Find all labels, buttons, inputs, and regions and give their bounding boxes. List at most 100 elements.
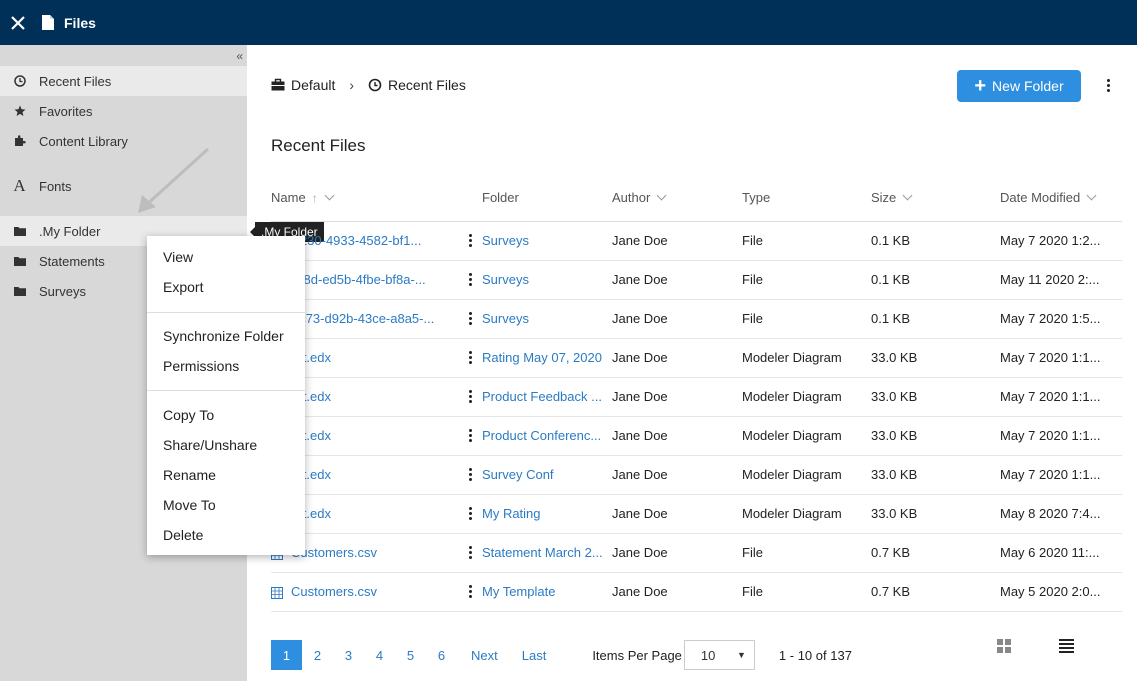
row-options-button[interactable] [469, 585, 472, 598]
sidebar-item-label: Surveys [39, 283, 86, 299]
list-view-icon[interactable] [1059, 639, 1074, 653]
type-cell: Modeler Diagram [742, 494, 871, 534]
next-page-button[interactable]: Next [471, 648, 498, 663]
table-row[interactable]: ontact.edxRating May 07, 2020Jane DoeMod… [271, 338, 1122, 378]
author-cell: Jane Doe [612, 299, 742, 339]
type-cell: File [742, 299, 871, 339]
page-3-button[interactable]: 3 [333, 640, 364, 670]
type-cell: File [742, 260, 871, 300]
folder-link[interactable]: Survey Conf [482, 467, 554, 482]
grid-view-icon[interactable] [997, 639, 1011, 653]
column-author[interactable]: Author [612, 175, 742, 222]
folder-link[interactable]: Surveys [482, 311, 529, 326]
table-row[interactable]: Customers.csv Statement March 2... Jane Do… [271, 533, 1122, 573]
page-6-button[interactable]: 6 [426, 640, 457, 670]
folder-link[interactable]: Rating May 07, 2020 [482, 350, 602, 365]
table-row[interactable]: ontact.edxMy RatingJane DoeModeler Diagr… [271, 494, 1122, 534]
menu-item-permissions[interactable]: Permissions [163, 356, 239, 376]
row-options-button[interactable] [469, 273, 472, 286]
author-cell: Jane Doe [612, 494, 742, 534]
pointer-arrow-icon [138, 147, 210, 213]
table-row[interactable]: ontact.edxProduct Feedback ...Jane DoeMo… [271, 377, 1122, 417]
folder-link[interactable]: Product Conferenc... [482, 428, 601, 443]
page-4-button[interactable]: 4 [364, 640, 395, 670]
table-row[interactable]: Customers.csv My Template Jane Doe File 0.7 … [271, 572, 1122, 612]
breadcrumb: Default › Recent Files [271, 75, 466, 95]
row-options-button[interactable] [469, 507, 472, 520]
row-options-button[interactable] [469, 234, 472, 247]
items-per-page-select[interactable]: 10 ▼ [683, 640, 755, 670]
folder-link[interactable]: My Template [482, 584, 555, 599]
folder-link[interactable]: Surveys [482, 233, 529, 248]
pagination: 1 2 3 4 5 6 Next Last Items Per Page 10 … [271, 640, 852, 670]
table-row[interactable]: ontact.edxSurvey ConfJane DoeModeler Dia… [271, 455, 1122, 495]
new-folder-button[interactable]: + New Folder [957, 70, 1081, 102]
menu-item-rename[interactable]: Rename [163, 465, 216, 485]
row-options-button[interactable] [469, 468, 472, 481]
folder-link[interactable]: Product Feedback ... [482, 389, 602, 404]
menu-item-view[interactable]: View [163, 247, 193, 267]
folder-link[interactable]: My Rating [482, 506, 541, 521]
table-row[interactable]: b545f8d-ed5b-4fbe-bf8a-... Surveys Jane Do… [271, 260, 1122, 300]
type-cell: File [742, 572, 871, 612]
table-row[interactable]: ontact.edxProduct Conferenc...Jane DoeMo… [271, 416, 1122, 456]
date-cell: May 7 2020 1:1... [1000, 338, 1122, 378]
column-type: Type [742, 175, 871, 222]
close-icon [11, 15, 25, 30]
menu-item-delete[interactable]: Delete [163, 525, 203, 545]
new-folder-label: New Folder [992, 78, 1064, 94]
page-range: 1 - 10 of 137 [778, 647, 852, 663]
column-name[interactable]: Name ↑ [271, 175, 482, 222]
main-content: Default › Recent Files + New Folder Rece… [247, 45, 1137, 681]
sidebar-item-label: Recent Files [39, 73, 112, 89]
type-cell: Modeler Diagram [742, 377, 871, 417]
page-5-button[interactable]: 5 [395, 640, 426, 670]
column-date-modified[interactable]: Date Modified [1000, 175, 1122, 222]
row-options-button[interactable] [469, 351, 472, 364]
items-per-page-value: 10 [700, 647, 716, 663]
row-options-button[interactable] [469, 312, 472, 325]
folder-link[interactable]: Surveys [482, 272, 529, 287]
row-options-button[interactable] [469, 546, 472, 559]
more-options-button[interactable] [1102, 75, 1114, 95]
sidebar-item-recent-files[interactable]: Recent Files [0, 66, 247, 96]
folder-link[interactable]: Statement March 2... [482, 545, 603, 560]
date-cell: May 11 2020 2:... [1000, 260, 1122, 300]
plus-icon: + [974, 75, 987, 97]
clock-icon [368, 78, 382, 92]
table-header-row: Name ↑ Folder Author Type Size Date Modif… [271, 175, 1122, 222]
type-cell: File [742, 221, 871, 261]
type-cell: Modeler Diagram [742, 416, 871, 456]
folder-context-menu: View Export Synchronize Folder Permissio… [147, 236, 305, 555]
star-icon [14, 105, 25, 116]
table-row[interactable]: 2acac73-d92b-43ce-a8a5-... Surveys Jane Do… [271, 299, 1122, 339]
menu-item-share-unshare[interactable]: Share/Unshare [163, 435, 257, 455]
last-page-button[interactable]: Last [522, 648, 547, 663]
table-row[interactable]: 1e26230-4933-4582-bf1... Surveys Jane Doe F… [271, 221, 1122, 261]
menu-item-synchronize-folder[interactable]: Synchronize Folder [163, 326, 284, 346]
menu-item-move-to[interactable]: Move To [163, 495, 216, 515]
clock-icon [13, 75, 26, 87]
menu-item-export[interactable]: Export [163, 277, 203, 297]
column-size[interactable]: Size [871, 175, 1000, 222]
items-per-page-label: Items Per Page [592, 647, 682, 663]
sidebar-item-favorites[interactable]: Favorites [0, 96, 247, 126]
size-cell: 0.1 KB [871, 299, 1000, 339]
menu-item-copy-to[interactable]: Copy To [163, 405, 214, 425]
chevron-right-icon: › [349, 77, 355, 93]
file-name-link[interactable]: Customers.csv [291, 584, 377, 599]
author-cell: Jane Doe [612, 338, 742, 378]
page-2-button[interactable]: 2 [302, 640, 333, 670]
collapse-sidebar-button[interactable]: « [236, 49, 243, 63]
date-cell: May 7 2020 1:5... [1000, 299, 1122, 339]
page-1-button[interactable]: 1 [271, 640, 302, 670]
date-cell: May 7 2020 1:1... [1000, 455, 1122, 495]
close-button[interactable] [0, 0, 36, 45]
breadcrumb-root[interactable]: Default [291, 77, 335, 93]
files-table: Name ↑ Folder Author Type Size Date Modif… [271, 175, 1122, 612]
row-options-button[interactable] [469, 429, 472, 442]
author-cell: Jane Doe [612, 572, 742, 612]
briefcase-icon [271, 78, 285, 91]
file-icon [42, 15, 54, 30]
row-options-button[interactable] [469, 390, 472, 403]
